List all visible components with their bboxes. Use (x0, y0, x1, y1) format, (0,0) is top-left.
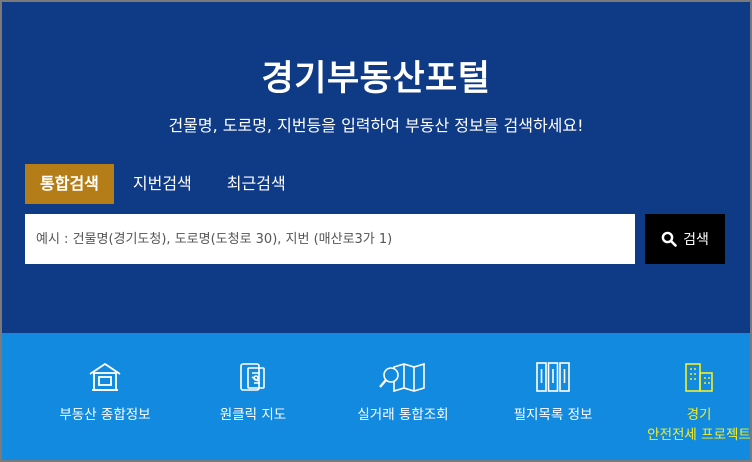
search-button-label: 검색 (683, 232, 709, 248)
search-icon (661, 231, 677, 247)
page-subtitle: 건물명, 도로명, 지번등을 입력하여 부동산 정보를 검색하세요! (168, 116, 584, 135)
tab-recent-search[interactable]: 최근검색 (227, 164, 286, 204)
building-icon (685, 363, 713, 392)
map-phone-icon (240, 363, 265, 391)
quick-item-transaction-lookup[interactable]: 실거래 통합조회 (328, 357, 478, 423)
quick-item-label: 경기 (686, 407, 712, 423)
quick-item-label: 원클릭 지도 (219, 407, 287, 423)
tab-integrated-search[interactable]: 통합검색 (25, 164, 114, 204)
quick-item-label: 필지목록 정보 (513, 407, 593, 423)
hero-section: 경기부동산포털 건물명, 도로명, 지번등을 입력하여 부동산 정보를 검색하세… (2, 2, 750, 333)
search-tabs: 통합검색 지번검색 최근검색 (25, 164, 286, 204)
quick-item-one-click-map[interactable]: 원클릭 지도 (178, 357, 328, 423)
house-icon (89, 362, 121, 391)
quick-item-parcel-list[interactable]: 필지목록 정보 (478, 357, 628, 423)
parcel-list-icon (536, 362, 570, 392)
tab-lot-search[interactable]: 지번검색 (133, 164, 192, 204)
quick-item-real-estate-info[interactable]: 부동산 종합정보 (30, 357, 180, 423)
page-frame: 경기부동산포털 건물명, 도로명, 지번등을 입력하여 부동산 정보를 검색하세… (2, 2, 750, 460)
quick-item-label-line2: 안전전세 프로젝트 (647, 427, 750, 443)
quick-item-safe-jeonse[interactable]: 경기 안전전세 프로젝트 (624, 357, 750, 443)
quick-item-label: 실거래 통합조회 (357, 407, 449, 423)
search-button[interactable]: 검색 (645, 214, 725, 264)
quick-item-label: 부동산 종합정보 (59, 407, 151, 423)
quick-menu: 부동산 종합정보 원클릭 지도 실거래 통합조회 필지목록 정보 경기 안전전세… (2, 333, 750, 460)
search-input[interactable] (25, 214, 635, 264)
map-search-icon (379, 362, 425, 393)
page-title: 경기부동산포털 (261, 59, 491, 99)
